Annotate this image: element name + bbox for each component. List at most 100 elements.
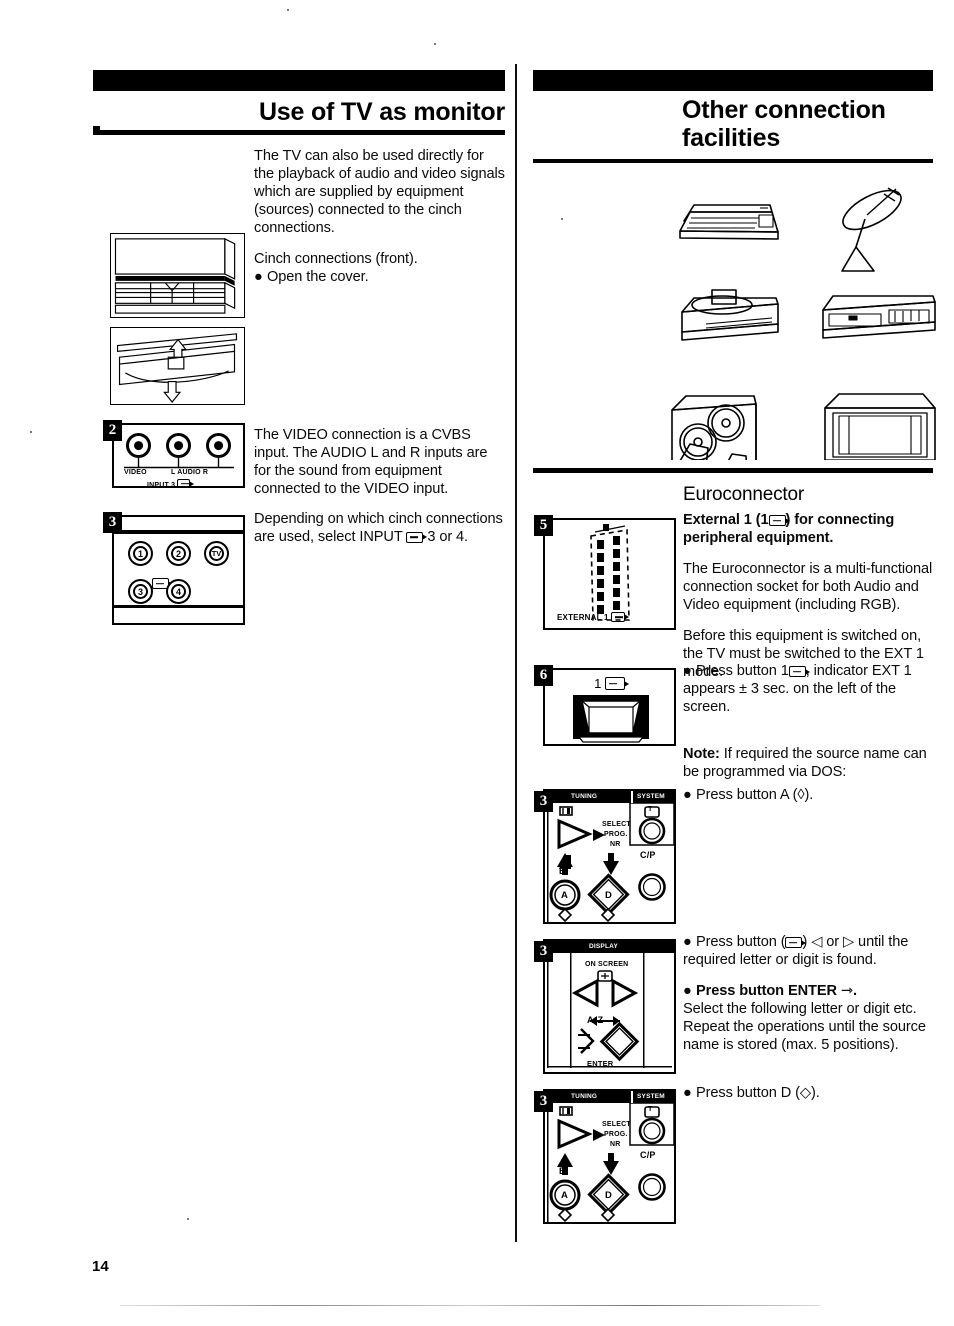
selector-button-2[interactable]: 2 [166, 541, 191, 566]
left-header-rule-tick [93, 126, 100, 135]
panel-label-system: SYSTEM [637, 1093, 665, 1100]
cinch-line: Cinch connections (front). [254, 250, 418, 267]
scan-speck [561, 218, 563, 220]
equipment-illustrations [660, 185, 945, 488]
panel-label-display: DISPLAY [589, 943, 618, 950]
page-number: 14 [92, 1258, 109, 1275]
panel-label-system: SYSTEM [637, 793, 665, 800]
column-divider [515, 64, 517, 1242]
step3-text: Depending on which cinch connections are… [254, 511, 510, 547]
bullet-dot: ● [683, 1085, 692, 1101]
step-badge-b: 3 [534, 941, 553, 962]
selector-divider-bottom [114, 605, 243, 608]
panel-label-on-screen: ON SCREEN [585, 961, 629, 968]
page-title-right: Other connection facilities [682, 96, 942, 152]
scan-speck [287, 9, 289, 11]
bullet-dot: ● [254, 268, 263, 285]
ext1-button-label: 1 [545, 676, 674, 691]
selector-divider-top [114, 530, 243, 534]
input-arrow-icon [406, 531, 424, 543]
input-arrow-icon [788, 666, 806, 677]
panel-label-prog: PROG. [604, 831, 628, 838]
step-b-bullet-2: ● Press button ENTER ⇾. Select the follow… [683, 982, 926, 1053]
panel-label-nr: NR [610, 1141, 621, 1148]
note-label: Note: [683, 746, 720, 762]
panel-label-select: SELECT [602, 821, 631, 828]
cinch-block: Cinch connections (front). ● Open the cov… [254, 251, 506, 287]
title-line-2: facilities [682, 124, 781, 152]
note-paragraph: Note: If required the source name can be… [683, 746, 927, 780]
selector-button-4[interactable]: 4 [166, 579, 191, 604]
panel-button-b: B [559, 866, 566, 876]
selector-button-3[interactable]: 3 [128, 579, 153, 604]
vcr-icon [822, 295, 936, 339]
selector-button-1[interactable]: 1 [128, 541, 153, 566]
panel-label-nr: NR [610, 841, 621, 848]
step3-paragraph: Depending on which cinch connections are… [254, 511, 503, 545]
panel-label-a-to-z: A Z [587, 1015, 605, 1025]
manual-page: Use of TV as monitor The TV can also be … [0, 0, 954, 1326]
euroconnector-divider [533, 468, 933, 473]
step-badge-2: 2 [103, 420, 122, 441]
panel-graphics [547, 953, 672, 1068]
step-b-text: ● Press button () ◁ or ▷ until the requir… [683, 934, 935, 1055]
right-header-bar [533, 70, 933, 91]
input-arrow-icon [604, 677, 625, 690]
scan-artifact-line [120, 1305, 820, 1306]
bullet-dot: ● [683, 982, 692, 999]
figure-control-panel-tuning-2: TUNING SYSTEM B SELECT PROG. NR T C/P A … [543, 1089, 676, 1224]
figure-input-selector: 1 2 TV 3 4 [112, 515, 245, 625]
panel-button-b: B [559, 1166, 566, 1176]
step-badge-6: 6 [534, 665, 553, 686]
euroconnector-lead: External 1 (1) for connecting peripheral… [683, 512, 895, 546]
title-line-1: Other connection [682, 96, 886, 124]
panel-button-d: D [605, 1190, 613, 1201]
step-c-paragraph: ● Press button D (◇). [683, 1085, 820, 1101]
input-arrow-icon [611, 612, 626, 622]
jack-label-input: INPUT 3 [147, 479, 191, 489]
television-icon [824, 393, 936, 471]
tv-screen-icon [573, 695, 649, 743]
step-badge-c: 3 [534, 1091, 553, 1112]
laserdisc-player-icon [681, 289, 779, 341]
euroconnector-para1: The Euroconnector is a multi-functional … [683, 560, 933, 613]
step6-paragraph: ● Press button 1, indicator EXT 1 appears… [683, 663, 912, 715]
step2-paragraph: The VIDEO connection is a CVBS input. Th… [254, 427, 488, 497]
step-badge-5: 5 [534, 515, 553, 536]
satellite-dish-icon [841, 187, 902, 272]
cinch-bullet: Open the cover. [267, 268, 369, 285]
figure-tv-front-closed [110, 233, 245, 318]
jack-label-audio: L AUDIO R [171, 469, 209, 476]
speaker-system-icon [669, 395, 757, 488]
left-header-rule [93, 130, 505, 135]
panel-label-tuning: TUNING [571, 793, 598, 800]
scan-speck [30, 431, 32, 433]
tv-front-cover-closed-icon [114, 237, 236, 314]
bullet-dot: ● [683, 934, 692, 950]
dos-note: Note: If required the source name can be… [683, 746, 933, 782]
jack-label-video: VIDEO [124, 469, 147, 476]
panel-button-d: D [605, 890, 613, 901]
euroconnector-heading: Euroconnector [683, 484, 804, 505]
panel-label-enter: ENTER [587, 1059, 614, 1068]
figure-scart-socket: EXTERNAL 1 [543, 518, 676, 630]
bullet-dot: ● [683, 663, 692, 679]
scan-speck [187, 1218, 189, 1220]
panel-label-sys-t: T [648, 1106, 653, 1113]
selector-button-tv[interactable]: TV [204, 541, 229, 566]
left-intro-text: The TV can also be used directly for the… [254, 148, 506, 287]
panel-label-select: SELECT [602, 1121, 631, 1128]
figure-control-panel-tuning-1: TUNING SYSTEM B SELECT PROG. NR T C/P A … [543, 789, 676, 924]
step-badge-a: 3 [534, 791, 553, 812]
tv-front-cover-open-icon [116, 333, 238, 403]
computer-keyboard-icon [679, 204, 779, 240]
intro-paragraph: The TV can also be used directly for the… [254, 148, 505, 236]
panel-button-a: A [561, 890, 569, 901]
panel-label-cp: C/P [640, 850, 656, 860]
step6-text: ● Press button 1, indicator EXT 1 appears… [683, 663, 933, 717]
panel-header-split [631, 1091, 633, 1103]
input-arrow-icon [785, 937, 803, 948]
panel-label-cp: C/P [640, 1150, 656, 1160]
panel-header-split [631, 791, 633, 803]
scan-speck [434, 43, 436, 45]
